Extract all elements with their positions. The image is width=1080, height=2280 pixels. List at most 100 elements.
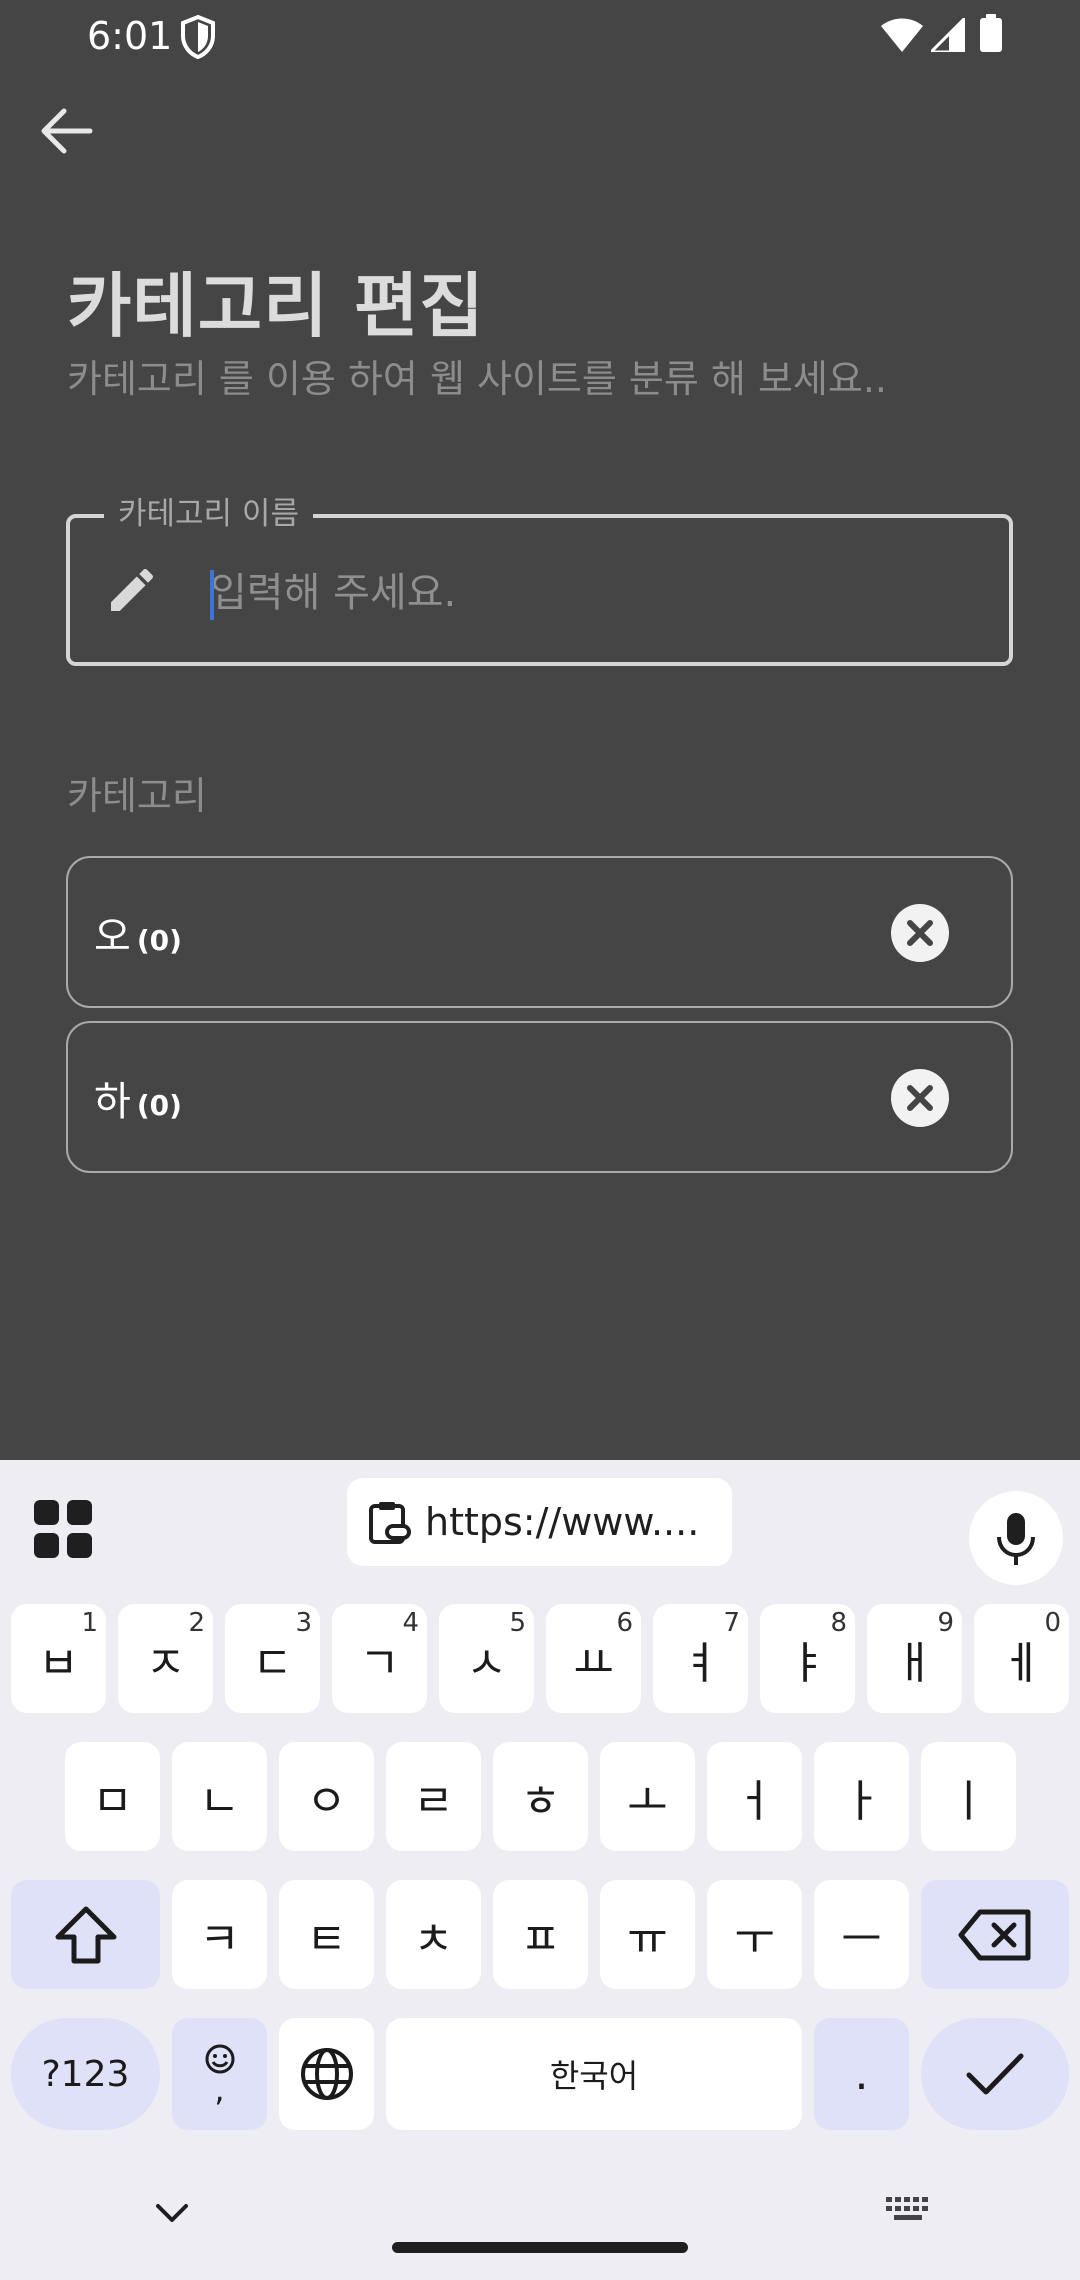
home-indicator[interactable]: [392, 2242, 688, 2253]
key-hint: 2: [188, 1608, 205, 1638]
key-ㅋ[interactable]: ㅋ: [172, 1880, 267, 1989]
key-label: ㄱ: [359, 1637, 400, 1689]
battery-icon: [980, 14, 1002, 52]
key-ㅈ[interactable]: ㅈ2: [118, 1604, 213, 1713]
key-hint: 6: [616, 1608, 633, 1638]
category-name-label: 카테고리 이름: [104, 494, 313, 534]
key-label: .: [854, 2048, 869, 2100]
category-count: (0): [136, 1089, 182, 1122]
chevron-down-icon[interactable]: [152, 2198, 192, 2228]
key-hint: 3: [295, 1608, 312, 1638]
close-icon: [907, 1085, 933, 1111]
key-ㄱ[interactable]: ㄱ4: [332, 1604, 427, 1713]
shift-key[interactable]: [11, 1880, 160, 1989]
key-ㅛ[interactable]: ㅛ6: [546, 1604, 641, 1713]
checkmark-icon: [966, 2053, 1024, 2095]
key-ㅓ[interactable]: ㅓ: [707, 1742, 802, 1851]
key-ㅁ[interactable]: ㅁ: [65, 1742, 160, 1851]
key-label: ?123: [41, 2053, 130, 2095]
space-key[interactable]: 한국어: [386, 2018, 802, 2130]
keyboard-apps-button[interactable]: [30, 1496, 96, 1562]
key-ㅗ[interactable]: ㅗ: [600, 1742, 695, 1851]
key-ㄷ[interactable]: ㄷ3: [225, 1604, 320, 1713]
key-hint: 7: [723, 1608, 740, 1638]
clipboard-text: https://www....: [425, 1500, 700, 1544]
key-ㅍ[interactable]: ㅍ: [493, 1880, 588, 1989]
shift-icon: [55, 1906, 116, 1963]
category-name-input[interactable]: [210, 558, 970, 628]
key-label: ㅇ: [306, 1775, 347, 1827]
key-ㄴ[interactable]: ㄴ: [172, 1742, 267, 1851]
category-item-label: 하 (0): [94, 1069, 182, 1127]
key-label: ㅓ: [734, 1775, 775, 1827]
key-label: ㅐ: [894, 1637, 935, 1689]
key-label: 한국어: [549, 2057, 639, 2095]
key-hint: 5: [509, 1608, 526, 1638]
key-ㅎ[interactable]: ㅎ: [493, 1742, 588, 1851]
clipboard-suggestion[interactable]: https://www....: [347, 1478, 732, 1566]
key-ㅡ[interactable]: ㅡ: [814, 1880, 909, 1989]
keyboard-switch-icon[interactable]: [886, 2197, 930, 2227]
key-hint: 8: [830, 1608, 847, 1638]
key-hint: 4: [402, 1608, 419, 1638]
symbols-key[interactable]: ?123: [11, 2018, 160, 2130]
key-label: ㅣ: [948, 1775, 989, 1827]
category-count: (0): [136, 924, 182, 957]
key-ㄹ[interactable]: ㄹ: [386, 1742, 481, 1851]
signal-icon: [931, 18, 965, 52]
apps-grid-icon: [34, 1500, 92, 1558]
category-name: 하: [94, 1079, 131, 1125]
backspace-key[interactable]: [921, 1880, 1069, 1989]
key-ㅣ[interactable]: ㅣ: [921, 1742, 1016, 1851]
status-icons: [880, 0, 1080, 70]
key-label: ㄹ: [413, 1775, 454, 1827]
key-ㅑ[interactable]: ㅑ8: [760, 1604, 855, 1713]
key-label: ㅠ: [627, 1913, 668, 1965]
enter-key[interactable]: [921, 2018, 1069, 2130]
key-ㅂ[interactable]: ㅂ1: [11, 1604, 106, 1713]
categories-label: 카테고리: [67, 774, 207, 818]
category-item-label: 오 (0): [94, 904, 182, 962]
pencil-icon: [111, 568, 154, 611]
voice-input-button[interactable]: [969, 1491, 1063, 1585]
emoji-comma-key[interactable]: ,: [172, 2018, 267, 2130]
key-label: ㅋ: [199, 1913, 240, 1965]
remove-category-button[interactable]: [891, 904, 949, 962]
app-screen: 6:01 카테고리 편집 카테고리 를 이용 하여 웹 사이트를 분류 해 보세…: [0, 0, 1080, 1460]
period-key[interactable]: .: [814, 2018, 909, 2130]
key-ㅊ[interactable]: ㅊ: [386, 1880, 481, 1989]
key-ㅇ[interactable]: ㅇ: [279, 1742, 374, 1851]
close-icon: [907, 920, 933, 946]
key-label: ㅛ: [573, 1637, 614, 1689]
key-ㅐ[interactable]: ㅐ9: [867, 1604, 962, 1713]
key-hint: 9: [937, 1608, 954, 1638]
category-name: 오: [94, 914, 131, 960]
key-ㅔ[interactable]: ㅔ0: [974, 1604, 1069, 1713]
key-label: ㅂ: [38, 1637, 79, 1689]
key-label: ㅊ: [413, 1913, 454, 1965]
language-key[interactable]: [279, 2018, 374, 2130]
key-label: ㅌ: [306, 1913, 347, 1965]
globe-icon: [300, 2048, 353, 2100]
category-item[interactable]: 하 (0): [66, 1021, 1013, 1173]
key-ㅕ[interactable]: ㅕ7: [653, 1604, 748, 1713]
key-label: ,: [214, 2071, 225, 2109]
category-name-field[interactable]: 카테고리 이름: [66, 494, 1013, 666]
keyboard: https://www.... ㅂ1 ㅈ2 ㄷ3 ㄱ4 ㅅ5 ㅛ6 ㅕ7 ㅑ8 …: [0, 1460, 1080, 2280]
key-ㅌ[interactable]: ㅌ: [279, 1880, 374, 1989]
remove-category-button[interactable]: [891, 1069, 949, 1127]
key-label: ㅑ: [787, 1637, 828, 1689]
key-ㅏ[interactable]: ㅏ: [814, 1742, 909, 1851]
category-item[interactable]: 오 (0): [66, 856, 1013, 1008]
key-label: ㅔ: [1001, 1637, 1042, 1689]
key-ㅅ[interactable]: ㅅ5: [439, 1604, 534, 1713]
key-label: ㅡ: [841, 1913, 882, 1965]
key-ㅠ[interactable]: ㅠ: [600, 1880, 695, 1989]
key-ㅜ[interactable]: ㅜ: [707, 1880, 802, 1989]
back-button[interactable]: [30, 95, 102, 167]
shield-icon: [181, 14, 215, 60]
key-label: ㅎ: [520, 1775, 561, 1827]
key-label: ㅅ: [466, 1637, 507, 1689]
key-label: ㅜ: [734, 1913, 775, 1965]
key-label: ㅗ: [627, 1775, 668, 1827]
